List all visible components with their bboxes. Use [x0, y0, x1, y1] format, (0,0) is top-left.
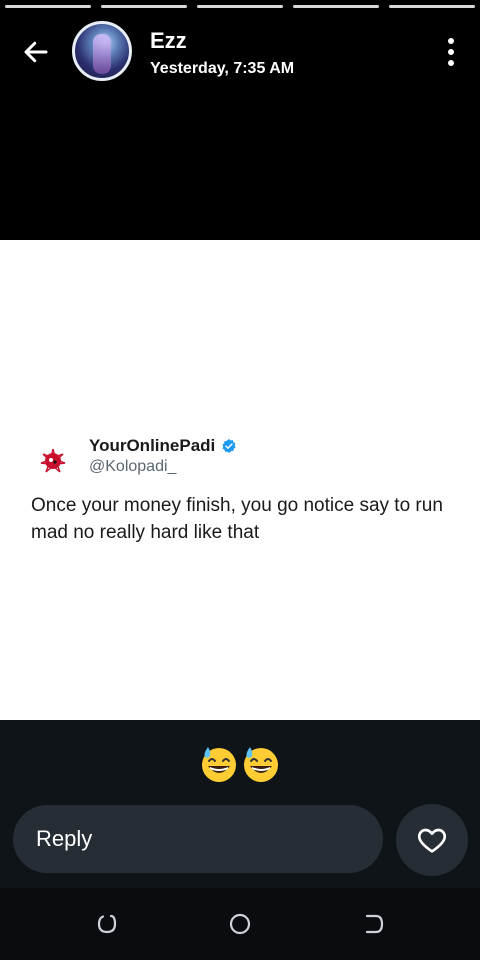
reaction-area: Reply [0, 720, 480, 888]
arrow-left-icon [24, 41, 48, 63]
reply-placeholder: Reply [36, 826, 93, 851]
grinning-sweat-emoji-icon [244, 747, 278, 782]
tweet-display-name: YourOnlinePadi [89, 436, 237, 456]
story-timestamp: Yesterday, 7:35 AM [150, 60, 295, 77]
progress-segment [5, 5, 91, 8]
progress-segment [389, 5, 475, 8]
heart-icon [417, 828, 447, 853]
tweet-text: Once your money finish, you go notice sa… [31, 495, 443, 543]
recents-button[interactable] [95, 912, 119, 936]
dot-icon [448, 60, 454, 66]
author-name[interactable]: Ezz [150, 28, 187, 54]
dot-icon [448, 38, 454, 44]
progress-segment [101, 5, 187, 8]
reply-input[interactable]: Reply [13, 805, 383, 873]
story-progress [5, 5, 475, 8]
back-button[interactable] [18, 34, 54, 70]
story-viewer: Ezz Yesterday, 7:35 AM YourOnlinePadi @K… [0, 0, 480, 960]
back-nav-button[interactable] [362, 912, 386, 936]
dot-icon [448, 49, 454, 55]
brand-logo-icon [40, 448, 66, 473]
grinning-sweat-emoji-icon [202, 747, 236, 782]
tweet-card: YourOnlinePadi @Kolopadi_ Once your mone… [0, 240, 480, 720]
avatar[interactable] [72, 21, 132, 81]
progress-segment [197, 5, 283, 8]
system-nav-bar [0, 888, 480, 960]
tweet-handle: @Kolopadi_ [89, 458, 177, 475]
verified-badge-icon [222, 439, 236, 453]
display-name-text: YourOnlinePadi [89, 436, 216, 455]
reaction-emojis [0, 744, 480, 784]
progress-segment [293, 5, 379, 8]
home-button[interactable] [228, 912, 252, 936]
like-button[interactable] [396, 804, 468, 876]
more-options-button[interactable] [444, 36, 458, 68]
story-header: Ezz Yesterday, 7:35 AM [0, 18, 480, 84]
